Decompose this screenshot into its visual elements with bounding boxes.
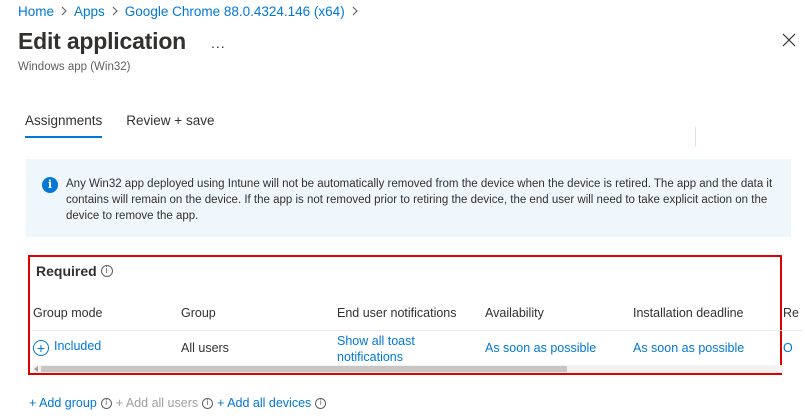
chevron-right-icon bbox=[60, 6, 68, 16]
info-circle-icon[interactable]: i bbox=[100, 265, 113, 277]
group-mode-included-link[interactable]: + Included bbox=[33, 339, 101, 356]
column-header-group[interactable]: Group bbox=[181, 306, 216, 320]
assignment-actions: + Add group i + Add all users i + Add al… bbox=[29, 396, 330, 410]
required-heading: Required i bbox=[36, 263, 113, 279]
breadcrumb-app[interactable]: Google Chrome 88.0.4324.146 (x64) bbox=[125, 4, 345, 19]
notifications-link[interactable]: Show all toast notifications bbox=[337, 333, 415, 365]
scroll-left-arrow-icon[interactable] bbox=[34, 366, 38, 372]
tab-review-save[interactable]: Review + save bbox=[126, 113, 214, 138]
info-icon: i bbox=[42, 177, 58, 193]
breadcrumb-apps[interactable]: Apps bbox=[74, 4, 105, 19]
scrollbar-thumb[interactable] bbox=[41, 366, 567, 372]
tab-bar: Assignments Review + save bbox=[25, 113, 238, 138]
info-banner: i Any Win32 app deployed using Intune wi… bbox=[26, 159, 791, 237]
availability-link[interactable]: As soon as possible bbox=[485, 341, 596, 355]
add-all-devices-button[interactable]: + Add all devices bbox=[217, 396, 311, 410]
more-options-button[interactable]: ... bbox=[211, 35, 226, 51]
column-header-overflow: Re bbox=[783, 306, 799, 320]
group-value: All users bbox=[181, 341, 229, 355]
breadcrumb-home[interactable]: Home bbox=[18, 4, 54, 19]
add-group-button[interactable]: + Add group bbox=[29, 396, 97, 410]
add-all-users-button[interactable]: + Add all users bbox=[116, 396, 198, 410]
notifications-line-2: notifications bbox=[337, 350, 404, 364]
page-title: Edit application bbox=[18, 28, 187, 54]
chevron-right-icon bbox=[111, 6, 119, 16]
column-header-end-user-notifications[interactable]: End user notifications bbox=[337, 306, 457, 320]
required-title: Required bbox=[36, 263, 97, 279]
info-circle-icon[interactable]: i bbox=[202, 397, 214, 409]
required-assignments-section: Required i Group mode Group End user not… bbox=[28, 255, 803, 375]
chevron-right-icon bbox=[351, 6, 359, 16]
installation-deadline-link[interactable]: As soon as possible bbox=[633, 341, 744, 355]
notifications-line-1: Show all toast bbox=[337, 334, 415, 348]
divider bbox=[695, 127, 696, 147]
column-header-installation-deadline[interactable]: Installation deadline bbox=[633, 306, 744, 320]
info-banner-text: Any Win32 app deployed using Intune will… bbox=[66, 178, 773, 222]
info-circle-icon[interactable]: i bbox=[315, 397, 327, 409]
horizontal-scrollbar[interactable] bbox=[33, 365, 783, 373]
breadcrumb: Home Apps Google Chrome 88.0.4324.146 (x… bbox=[18, 2, 365, 20]
group-mode-value: Included bbox=[54, 339, 102, 353]
column-header-availability[interactable]: Availability bbox=[485, 306, 544, 320]
row-divider bbox=[33, 330, 803, 331]
page-subtitle: Windows app (Win32) bbox=[18, 61, 131, 73]
plus-circle-icon: + bbox=[33, 340, 49, 356]
column-header-group-mode[interactable]: Group mode bbox=[33, 306, 102, 320]
info-circle-icon[interactable]: i bbox=[100, 397, 112, 409]
tab-assignments[interactable]: Assignments bbox=[25, 113, 103, 138]
overflow-cell: O bbox=[783, 341, 793, 355]
close-icon[interactable] bbox=[782, 33, 802, 53]
